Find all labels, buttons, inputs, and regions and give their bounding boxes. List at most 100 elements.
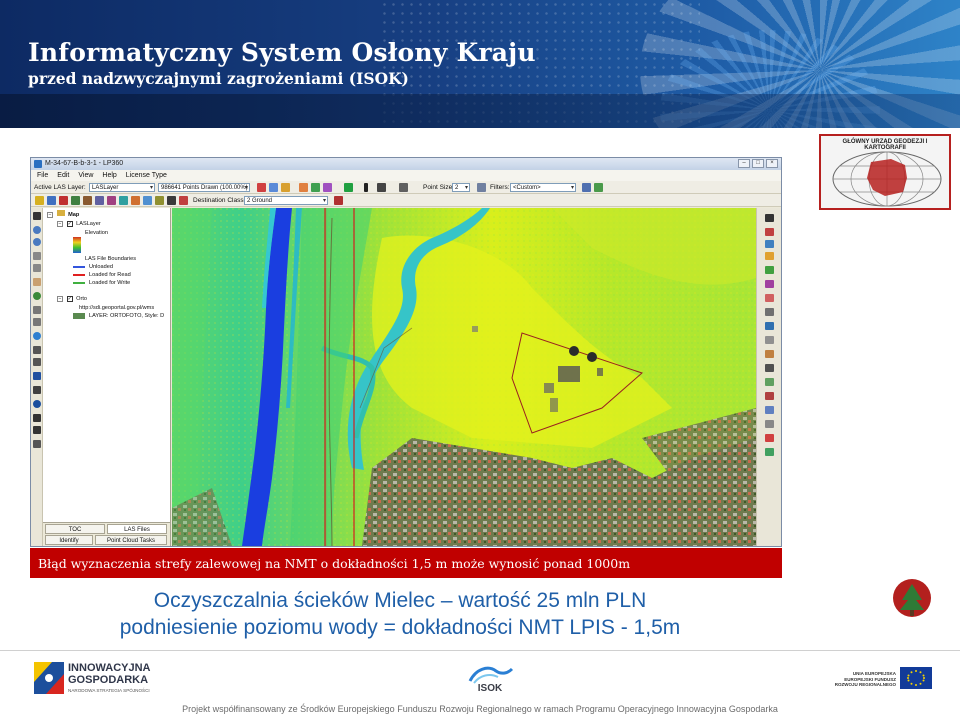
plane-icon[interactable] [119,196,128,205]
reclassify-icon[interactable] [334,196,343,205]
tool-steel-icon[interactable] [765,406,774,414]
full-extent-icon[interactable] [33,292,41,300]
toc-map-row[interactable]: − Map [47,210,79,218]
pointer-icon[interactable] [33,212,41,220]
minimize-button[interactable]: – [738,159,750,168]
unloaded-swatch [73,266,85,268]
color-ramp-icon[interactable] [299,183,308,192]
tab-las-files[interactable]: LAS Files [107,524,167,534]
map-icon [56,210,65,216]
tool-red-icon[interactable] [765,228,774,236]
pan-icon[interactable] [33,278,41,286]
tool-maroon-icon[interactable] [765,392,774,400]
toc-loaded-read-label: Loaded for Read [89,272,131,278]
fixed-zoom-out-icon[interactable] [33,318,41,326]
arrow-back-icon[interactable] [33,414,41,422]
redo-icon[interactable] [179,196,188,205]
destination-class-select[interactable]: 2 Ground [244,196,328,205]
filter-edit-icon[interactable] [582,183,591,192]
point-size-label: Point Size [423,184,453,191]
tool-dark-icon[interactable] [765,364,774,372]
menu-file[interactable]: File [37,170,48,181]
zoom-out-icon[interactable] [33,238,41,246]
tool-green2-icon[interactable] [765,448,774,456]
tool-light-icon[interactable] [765,336,774,344]
globe-icon[interactable] [33,332,41,340]
tool-pink-icon[interactable] [765,294,774,302]
window-titlebar: M-34-67-B-b-3-1 - LP360 – □ × [31,158,781,170]
brush-icon[interactable] [83,196,92,205]
active-layer-select[interactable]: LASLayer [89,183,155,192]
pencil-icon[interactable] [35,196,44,205]
select-icon[interactable] [47,196,56,205]
ruler-icon[interactable] [155,196,164,205]
identify-icon[interactable] [33,400,41,408]
tool-navy-icon[interactable] [765,322,774,330]
select-features-icon[interactable] [33,386,41,394]
app-icon [34,160,42,168]
maximize-button[interactable]: □ [752,159,764,168]
zoom-box-icon[interactable] [33,252,41,260]
toc-las-boundaries-label: LAS File Boundaries [85,256,136,262]
cut-icon[interactable] [107,196,116,205]
marker-icon[interactable] [131,196,140,205]
surface-icon[interactable] [377,183,386,192]
tool-gray-icon[interactable] [765,308,774,316]
profile-icon[interactable] [269,183,278,192]
close-button[interactable]: × [766,159,778,168]
tab-toc[interactable]: TOC [45,524,105,534]
tool-olive-icon[interactable] [765,378,774,386]
tool-purple-icon[interactable] [765,280,774,288]
cursor-tool-icon[interactable] [765,214,774,222]
line-icon[interactable] [95,196,104,205]
undo-icon[interactable] [167,196,176,205]
elevation-raster [172,208,756,546]
toolbar-las: Active LAS Layer: LASLayer 986641 Points… [31,181,781,194]
point-size-icon[interactable] [399,183,408,192]
caption-bar: Błąd wyznaczenia strefy zalewowej na NMT… [30,548,782,578]
toc-las-layer-row[interactable]: − ✓ LASLayer [57,220,101,228]
menu-view[interactable]: View [78,170,93,181]
tool-gray2-icon[interactable] [765,420,774,428]
map-view[interactable] [172,208,756,546]
toolbar-classify: Destination Class 2 Ground [31,194,781,207]
next-extent-icon[interactable] [33,358,41,366]
orto-checkbox[interactable]: ✓ [66,296,73,302]
fixed-zoom-in-icon[interactable] [33,306,41,314]
menu-edit[interactable]: Edit [57,170,69,181]
zoom-box-out-icon[interactable] [33,264,41,272]
right-toolbar [756,208,781,546]
previous-extent-icon[interactable] [33,346,41,354]
tab-point-cloud-tasks[interactable]: Point Cloud Tasks [95,535,167,545]
destination-class-label: Destination Class [193,197,244,204]
left-toolbar [31,208,43,546]
ig-subtitle: NARODOWA STRATEGIA SPÓJNOŚCI [68,688,150,693]
toc-orto-row[interactable]: − ✓ Orto [57,295,87,303]
layer-icon[interactable] [311,183,320,192]
filters-select[interactable]: <Custom> [510,183,576,192]
filter-icon[interactable] [281,183,290,192]
navigate-icon[interactable] [33,372,41,380]
header-strip [0,94,960,128]
menu-license-type[interactable]: License Type [126,170,167,181]
tool-blue-icon[interactable] [765,240,774,248]
tab-identify[interactable]: Identify [45,535,93,545]
las-layer-checkbox[interactable]: ✓ [66,221,73,227]
eraser-icon[interactable] [143,196,152,205]
filter-apply-icon[interactable] [594,183,603,192]
classify-icon[interactable] [323,183,332,192]
tool-yellow-icon[interactable] [765,252,774,260]
measure-icon[interactable] [33,440,41,448]
zoom-in-icon[interactable] [33,226,41,234]
tool-green-icon[interactable] [765,266,774,274]
lasso-icon[interactable] [71,196,80,205]
display-mode-icon[interactable] [344,183,353,192]
arrow-forward-icon[interactable] [33,426,41,434]
grid-icon[interactable] [477,183,486,192]
polygon-icon[interactable] [59,196,68,205]
menu-help[interactable]: Help [102,170,116,181]
draw-icon[interactable] [257,183,266,192]
point-size-select[interactable]: 2 [452,183,470,192]
tool-red2-icon[interactable] [765,434,774,442]
tool-orange-icon[interactable] [765,350,774,358]
